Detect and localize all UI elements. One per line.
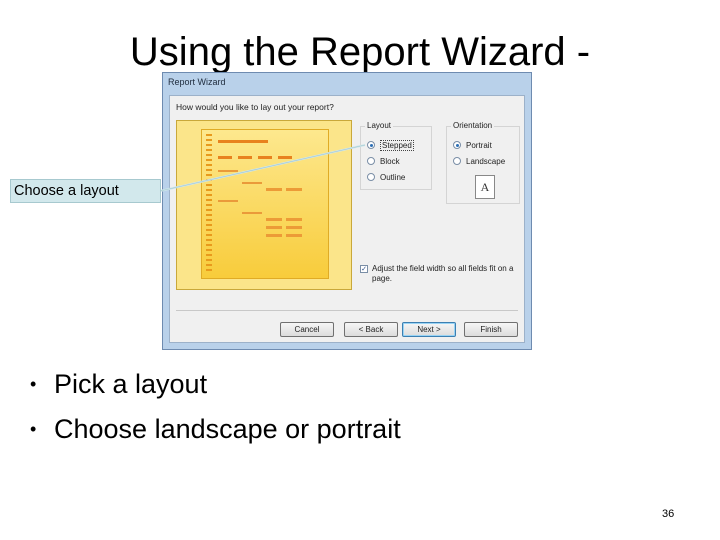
stepped-radio[interactable] bbox=[367, 141, 375, 149]
layout-option-stepped[interactable]: Stepped bbox=[367, 139, 414, 151]
preview-binding bbox=[206, 134, 212, 274]
adjust-field-width-checkbox[interactable]: ✓ bbox=[360, 265, 368, 273]
orientation-option-landscape[interactable]: Landscape bbox=[453, 155, 505, 167]
bullet-item: • Pick a layout bbox=[30, 369, 208, 399]
page-number: 36 bbox=[662, 508, 675, 520]
layout-callout: Choose a layout bbox=[10, 179, 161, 203]
layout-group-label: Layout bbox=[365, 121, 394, 130]
portrait-radio[interactable] bbox=[453, 141, 461, 149]
stepped-label: Stepped bbox=[380, 139, 414, 151]
back-button[interactable]: < Back bbox=[344, 322, 398, 337]
block-label: Block bbox=[380, 156, 400, 166]
outline-radio[interactable] bbox=[367, 173, 375, 181]
layout-question: How would you like to lay out your repor… bbox=[176, 102, 334, 112]
report-wizard-dialog: Report Wizard How would you like to lay … bbox=[162, 72, 532, 350]
slide-title: Using the Report Wizard - bbox=[129, 30, 591, 74]
dialog-titlebar[interactable]: Report Wizard bbox=[163, 73, 531, 93]
portrait-page-icon: A bbox=[475, 175, 495, 199]
block-radio[interactable] bbox=[367, 157, 375, 165]
bullet-text: Choose landscape or portrait bbox=[54, 414, 401, 444]
finish-button[interactable]: Finish bbox=[464, 322, 518, 337]
landscape-radio[interactable] bbox=[453, 157, 461, 165]
orientation-option-portrait[interactable]: Portrait bbox=[453, 139, 492, 151]
bullet-item: • Choose landscape or portrait bbox=[30, 414, 401, 444]
landscape-label: Landscape bbox=[466, 156, 506, 166]
bullet-list: • Pick a layout • Choose landscape or port… bbox=[30, 362, 401, 452]
preview-page bbox=[201, 129, 329, 279]
layout-option-block[interactable]: Block bbox=[367, 155, 400, 167]
bullet-text: Pick a layout bbox=[54, 369, 208, 399]
dialog-title: Report Wizard bbox=[168, 77, 226, 87]
button-separator bbox=[176, 310, 518, 311]
next-button[interactable]: Next > bbox=[402, 322, 456, 337]
cancel-button[interactable]: Cancel bbox=[280, 322, 334, 337]
portrait-label: Portrait bbox=[466, 140, 492, 150]
layout-option-outline[interactable]: Outline bbox=[367, 171, 405, 183]
layout-preview-image bbox=[176, 120, 352, 290]
orientation-group: Orientation Portrait Landscape A bbox=[446, 121, 520, 204]
outline-label: Outline bbox=[380, 172, 406, 182]
adjust-field-width-label: Adjust the field width so all fields fit… bbox=[372, 264, 514, 283]
layout-group: Layout Stepped Block Outline bbox=[360, 121, 432, 190]
orientation-group-label: Orientation bbox=[451, 121, 495, 130]
dialog-client-area: How would you like to lay out your repor… bbox=[169, 95, 525, 343]
